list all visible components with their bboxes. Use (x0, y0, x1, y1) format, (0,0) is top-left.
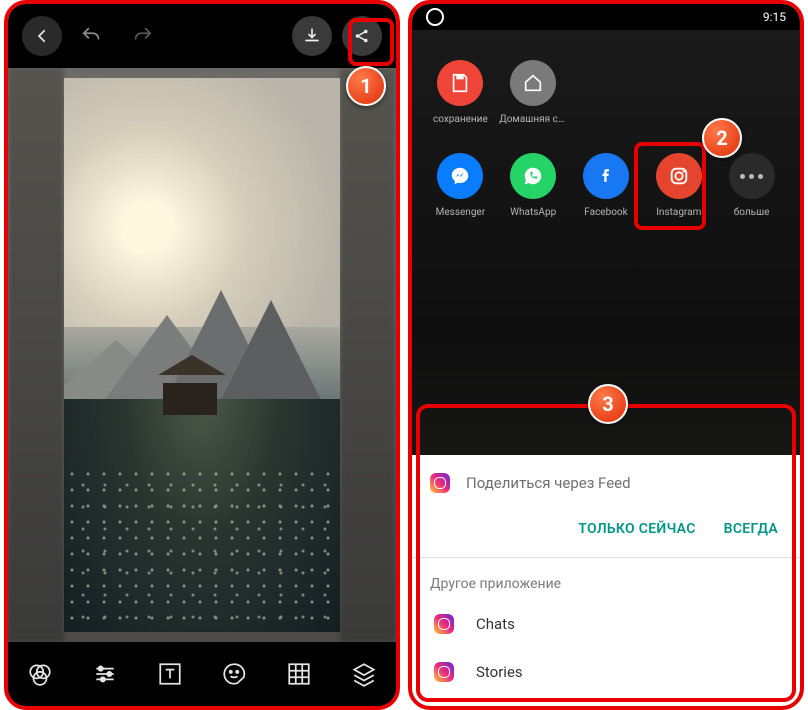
sheet-row-label: Chats (476, 615, 515, 633)
share-app-save[interactable]: сохранение (425, 60, 495, 125)
sheet-row-stories[interactable]: Stories (430, 648, 782, 696)
tool-sticker[interactable] (217, 657, 251, 691)
share-bottom-sheet: Поделиться через Feed ТОЛЬКО СЕЙЧАС ВСЕГ… (412, 455, 800, 706)
whatsapp-icon (510, 153, 556, 199)
share-app-label: Instagram (656, 207, 701, 218)
share-app-label: сохранение (433, 114, 488, 125)
share-app-label: Messenger (436, 207, 486, 218)
instagram-icon (434, 614, 454, 634)
share-apps-grid: сохранение Домашняя ст... Messenger (412, 30, 800, 224)
tool-pixelate[interactable] (282, 657, 316, 691)
chevron-left-icon (33, 27, 51, 45)
status-bar: 9:15 (412, 4, 800, 30)
canvas-blur-left (8, 68, 64, 642)
opera-icon (426, 8, 444, 26)
only-now-button[interactable]: ТОЛЬКО СЕЙЧАС (578, 521, 695, 537)
share-screen: 9:15 сохранение Домашняя ст... (412, 4, 800, 706)
annotation-badge-2: 2 (702, 118, 742, 158)
sheet-title: Поделиться через Feed (466, 474, 631, 492)
phone-left-editor (4, 0, 400, 710)
tool-adjust[interactable] (88, 657, 122, 691)
home-icon (510, 60, 556, 106)
share-app-label: WhatsApp (510, 207, 556, 218)
back-button[interactable] (22, 16, 62, 56)
share-app-instagram[interactable]: Instagram (644, 153, 714, 218)
instagram-icon (656, 153, 702, 199)
share-app-label: Домашняя ст... (499, 114, 567, 125)
undo-button[interactable] (72, 16, 112, 56)
other-app-heading: Другое приложение (430, 576, 782, 592)
share-app-label: Facebook (584, 207, 627, 218)
editor-toolbar (8, 4, 396, 68)
editor-bottom-tools (8, 642, 396, 706)
canvas-blur-right (340, 68, 396, 642)
messenger-icon (437, 153, 483, 199)
annotation-badge-3: 3 (588, 384, 628, 424)
instagram-icon (434, 662, 454, 682)
sheet-row-label: Stories (476, 663, 523, 681)
redo-button[interactable] (122, 16, 162, 56)
editor-canvas[interactable] (8, 68, 396, 642)
share-icon (353, 27, 371, 45)
share-app-label: больше (734, 207, 770, 218)
more-icon (729, 153, 775, 199)
instagram-icon (430, 473, 450, 493)
annotation-badge-1: 1 (346, 66, 386, 106)
tool-filters[interactable] (23, 657, 57, 691)
share-button[interactable] (342, 16, 382, 56)
download-button[interactable] (292, 16, 332, 56)
sheet-row-chats[interactable]: Chats (430, 600, 782, 648)
download-icon (303, 27, 321, 45)
status-time: 9:15 (763, 10, 786, 24)
share-app-messenger[interactable]: Messenger (425, 153, 495, 218)
photo-landscape (64, 78, 340, 632)
tool-text[interactable] (153, 657, 187, 691)
share-app-home[interactable]: Домашняя ст... (498, 60, 568, 125)
sheet-header: Поделиться через Feed (430, 473, 782, 493)
phone-right-share: 9:15 сохранение Домашняя ст... (408, 0, 804, 710)
tool-layers[interactable] (347, 657, 381, 691)
always-button[interactable]: ВСЕГДА (724, 521, 778, 537)
undo-icon (81, 25, 103, 47)
share-app-facebook[interactable]: Facebook (571, 153, 641, 218)
facebook-icon (583, 153, 629, 199)
sheet-actions: ТОЛЬКО СЕЙЧАС ВСЕГДА (430, 521, 778, 537)
redo-icon (131, 25, 153, 47)
share-app-more[interactable]: больше (717, 153, 787, 218)
share-app-whatsapp[interactable]: WhatsApp (498, 153, 568, 218)
editor-screen (8, 4, 396, 706)
save-icon (437, 60, 483, 106)
divider (412, 557, 800, 558)
